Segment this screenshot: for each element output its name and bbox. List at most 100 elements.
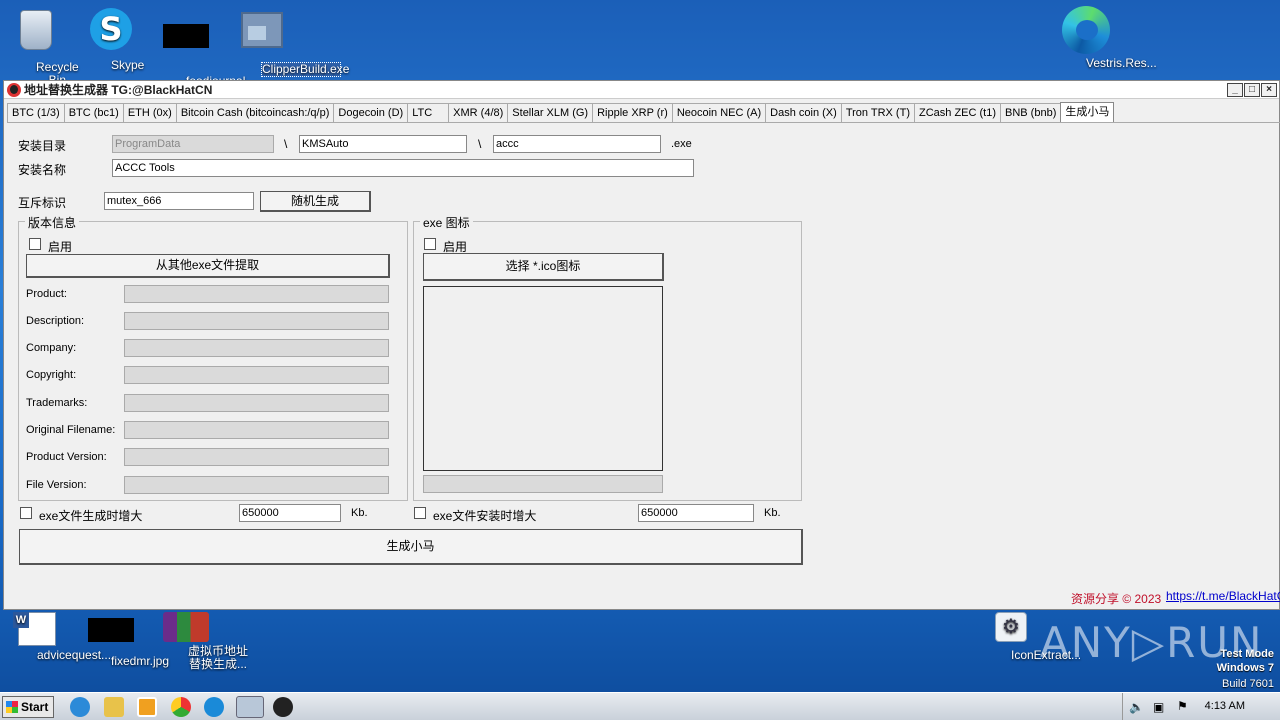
footer-copyright: 资源分享 © 2023 bbox=[1071, 592, 1162, 606]
trademarks-field bbox=[124, 394, 389, 412]
tab-bitcoin-cash[interactable]: Bitcoin Cash (bitcoincash:/q/p) bbox=[175, 103, 335, 123]
exe-icon-title: exe 图标 bbox=[420, 214, 473, 231]
copyright-label: Copyright: bbox=[26, 369, 77, 381]
desktop-icon-rar-archive[interactable]: 虚拟币地址替换生成... bbox=[147, 612, 248, 671]
install-dir-label: 安装目录 bbox=[18, 139, 67, 153]
version-info-title: 版本信息 bbox=[25, 214, 80, 231]
tab-dogecoin[interactable]: Dogecoin (D) bbox=[333, 103, 409, 123]
install-subdir-field[interactable]: KMSAuto bbox=[299, 135, 467, 153]
product-version-label: Product Version: bbox=[26, 451, 107, 463]
company-label: Company: bbox=[26, 342, 77, 354]
desktop-icon-advicequest[interactable]: advicequest... bbox=[0, 612, 111, 662]
winrar-taskbar-icon[interactable] bbox=[236, 696, 264, 718]
network-icon[interactable]: ▣ bbox=[1153, 700, 1164, 714]
enlarge-install-label: exe文件安装时增大 bbox=[433, 509, 537, 523]
tab-btc-13[interactable]: BTC (1/3) bbox=[7, 103, 65, 123]
tab-bnb[interactable]: BNB (bnb) bbox=[1000, 103, 1062, 123]
random-generate-button[interactable]: 随机生成 bbox=[260, 191, 371, 212]
version-enable-label: 启用 bbox=[48, 240, 73, 254]
generate-button[interactable]: 生成小马 bbox=[19, 529, 803, 565]
product-label: Product: bbox=[26, 288, 67, 300]
footer-telegram-link[interactable]: https://t.me/BlackHatCN bbox=[1166, 589, 1280, 603]
desktop-icon-clipperbuild[interactable]: ClipperBuild.exe bbox=[223, 6, 349, 77]
copyright-field bbox=[124, 366, 389, 384]
description-field bbox=[124, 312, 389, 330]
product-field bbox=[124, 285, 389, 303]
tab-ripple[interactable]: Ripple XRP (r) bbox=[592, 103, 673, 123]
desktop-icon-vestris[interactable]: Vestris.Res... bbox=[1047, 6, 1157, 70]
app-window: 地址替换生成器 TG:@BlackHatCN _ □ × BTC (1/3) B… bbox=[3, 80, 1280, 610]
chrome-icon[interactable] bbox=[171, 697, 191, 717]
select-ico-button[interactable]: 选择 *.ico图标 bbox=[423, 253, 664, 281]
desktop-icon-foodjournal[interactable]: foodjournal... bbox=[147, 6, 255, 88]
exe-icon-group: exe 图标 启用 选择 *.ico图标 bbox=[413, 214, 802, 501]
tab-zcash[interactable]: ZCash ZEC (t1) bbox=[913, 103, 1001, 123]
extract-from-exe-button[interactable]: 从其他exe文件提取 bbox=[26, 254, 390, 278]
tab-stellar[interactable]: Stellar XLM (G) bbox=[507, 103, 594, 123]
tab-ltc[interactable]: LTC bbox=[407, 103, 450, 123]
taskbar: Start 🔈 ▣ ⚑ 4:13 AM bbox=[0, 692, 1280, 720]
original-filename-label: Original Filename: bbox=[26, 424, 116, 436]
desktop-icon-skype[interactable]: S Skype bbox=[72, 6, 150, 72]
desktop-icon-fixedmr[interactable]: fixedmr.jpg bbox=[72, 612, 169, 668]
version-enable-checkbox[interactable] bbox=[29, 238, 41, 250]
tab-dash[interactable]: Dash coin (X) bbox=[765, 103, 842, 123]
close-button[interactable]: × bbox=[1261, 82, 1277, 97]
enlarge-build-checkbox[interactable] bbox=[20, 507, 32, 519]
exe-icon bbox=[241, 12, 283, 48]
tab-xmr[interactable]: XMR (4/8) bbox=[448, 103, 509, 123]
ie-icon[interactable] bbox=[70, 697, 90, 717]
winrar-icon bbox=[163, 612, 209, 642]
icon-enable-checkbox[interactable] bbox=[424, 238, 436, 250]
media-player-icon[interactable] bbox=[137, 697, 157, 717]
file-version-label: File Version: bbox=[26, 479, 87, 491]
clock[interactable]: 4:13 AM bbox=[1205, 700, 1245, 712]
install-name-label: 安装名称 bbox=[18, 163, 67, 177]
enlarge-build-field[interactable]: 650000 bbox=[239, 504, 341, 522]
tab-strip: BTC (1/3) BTC (bc1) ETH (0x) Bitcoin Cas… bbox=[7, 102, 1279, 123]
window-title: 地址替换生成器 TG:@BlackHatCN bbox=[24, 83, 213, 97]
black-file-icon bbox=[88, 618, 134, 642]
desktop-icon-recycle-bin[interactable]: Recycle Bin bbox=[0, 6, 79, 87]
windows-version-watermark: Windows 7 bbox=[1216, 662, 1274, 674]
gear-icon: ⚙ bbox=[995, 612, 1027, 642]
company-field bbox=[124, 339, 389, 357]
window-titlebar[interactable]: 地址替换生成器 TG:@BlackHatCN _ □ × bbox=[4, 81, 1279, 99]
file-version-field bbox=[124, 476, 389, 494]
icon-preview-box bbox=[423, 286, 663, 471]
enlarge-build-unit: Kb. bbox=[351, 507, 368, 519]
edge-taskbar-icon[interactable] bbox=[204, 697, 224, 717]
tab-tron[interactable]: Tron TRX (T) bbox=[840, 103, 915, 123]
install-name-field[interactable]: ACCC Tools bbox=[112, 159, 694, 177]
icon-path-field bbox=[423, 475, 663, 493]
explorer-icon[interactable] bbox=[104, 697, 124, 717]
path-separator-2: \ bbox=[478, 137, 482, 151]
maximize-button[interactable]: □ bbox=[1244, 82, 1260, 97]
test-mode-watermark: Test Mode bbox=[1220, 648, 1274, 660]
original-filename-field bbox=[124, 421, 389, 439]
tab-neocoin[interactable]: Neocoin NEC (A) bbox=[671, 103, 767, 123]
flag-icon[interactable]: ⚑ bbox=[1177, 699, 1188, 713]
install-exe-name-field[interactable]: accc bbox=[493, 135, 661, 153]
word-doc-icon bbox=[18, 612, 56, 646]
product-version-field bbox=[124, 448, 389, 466]
tab-build-trojan[interactable]: 生成小马 bbox=[1060, 102, 1115, 123]
build-watermark: Build 7601 bbox=[1222, 678, 1274, 690]
exe-extension-label: .exe bbox=[671, 138, 692, 150]
start-button[interactable]: Start bbox=[2, 696, 54, 718]
desktop-icon-iconextract[interactable]: ⚙ IconExtract... bbox=[972, 612, 1081, 662]
speaker-icon[interactable]: 🔈 bbox=[1129, 700, 1144, 714]
qq-penguin-icon bbox=[7, 82, 21, 97]
black-file-icon bbox=[163, 24, 209, 48]
enlarge-install-checkbox[interactable] bbox=[414, 507, 426, 519]
qq-taskbar-icon[interactable] bbox=[273, 697, 293, 717]
tab-eth[interactable]: ETH (0x) bbox=[122, 103, 177, 123]
mutex-field[interactable]: mutex_666 bbox=[104, 192, 254, 210]
description-label: Description: bbox=[26, 315, 85, 327]
tab-btc-bc1[interactable]: BTC (bc1) bbox=[63, 103, 124, 123]
enlarge-build-label: exe文件生成时增大 bbox=[39, 509, 143, 523]
system-tray: 🔈 ▣ ⚑ bbox=[1122, 693, 1280, 720]
enlarge-install-field[interactable]: 650000 bbox=[638, 504, 754, 522]
recycle-bin-icon bbox=[20, 10, 52, 50]
minimize-button[interactable]: _ bbox=[1227, 82, 1243, 97]
